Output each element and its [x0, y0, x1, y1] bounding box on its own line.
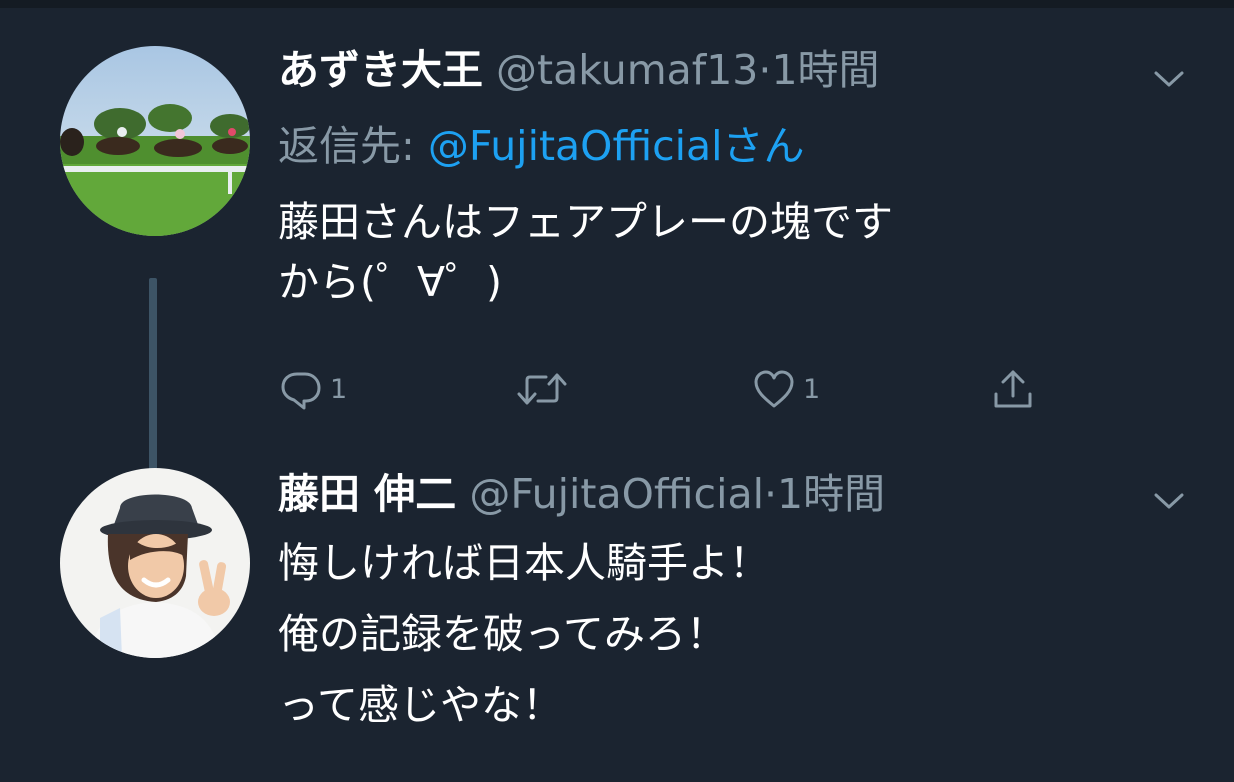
chevron-down-icon[interactable] [1152, 68, 1186, 90]
tweet-reply[interactable]: あずき大王 @takumaf13·1時間 返信先: @FujitaOfficia… [0, 28, 1234, 474]
tweet-text-line: 俺の記録を破ってみろ！ [278, 610, 727, 658]
tweet-text: 悔しければ日本人騎手よ！ 俺の記録を破ってみろ！ って感じやな！ [278, 528, 1178, 741]
tweet-text-line: って感じやな！ [278, 681, 563, 729]
retweet-button[interactable] [514, 366, 570, 412]
user-handle[interactable]: @takumaf13 [496, 46, 758, 94]
reply-count: 1 [330, 373, 348, 405]
like-button[interactable]: 1 [751, 366, 820, 412]
reply-icon [281, 372, 321, 410]
chevron-down-icon[interactable] [1152, 490, 1186, 512]
tweet-original[interactable]: 藤田 伸二 @FujitaOfficial·1時間 悔しければ日本人騎手よ！ 俺… [0, 456, 1234, 782]
user-avatar[interactable] [60, 46, 250, 236]
tweet-text-line: から(゜∀゜) [278, 258, 503, 306]
display-name[interactable]: 藤田 伸二 [278, 470, 456, 518]
person-peace-sign-avatar [60, 468, 250, 658]
timestamp[interactable]: 1時間 [777, 470, 885, 518]
user-avatar[interactable] [60, 468, 250, 658]
tweet-text: 藤田さんはフェアプレーの塊です から(゜∀゜) [278, 192, 1178, 312]
reply-to-line: 返信先: @FujitaOfficialさん [278, 118, 1178, 174]
tweet-text-line: 藤田さんはフェアプレーの塊です [278, 198, 893, 246]
timestamp[interactable]: 1時間 [771, 46, 879, 94]
separator-dot: · [764, 470, 778, 518]
share-button[interactable] [988, 366, 1038, 412]
like-icon [754, 370, 794, 408]
tweet-body: 藤田 伸二 @FujitaOfficial·1時間 悔しければ日本人騎手よ！ 俺… [278, 466, 1178, 741]
reply-button[interactable]: 1 [278, 366, 347, 412]
tweet-text-line: 悔しければ日本人騎手よ！ [278, 539, 770, 587]
horse-racing-photo-avatar [60, 46, 250, 236]
thread-connector-line [149, 278, 157, 474]
separator-dot: · [758, 46, 772, 94]
tweet-actions: 1 1 [278, 366, 1078, 416]
display-name[interactable]: あずき大王 [278, 46, 483, 94]
tweet-header: 藤田 伸二 @FujitaOfficial·1時間 [278, 466, 1178, 522]
retweet-icon [517, 373, 567, 405]
tweet-header: あずき大王 @takumaf13·1時間 [278, 42, 1178, 98]
share-icon [994, 370, 1032, 408]
tweet-body: あずき大王 @takumaf13·1時間 返信先: @FujitaOfficia… [278, 42, 1178, 312]
reply-to-mention-link[interactable]: @FujitaOfficialさん [428, 122, 805, 170]
top-divider [0, 0, 1234, 8]
user-handle[interactable]: @FujitaOfficial [469, 470, 764, 518]
reply-to-label: 返信先: [278, 122, 428, 170]
like-count: 1 [803, 373, 821, 405]
